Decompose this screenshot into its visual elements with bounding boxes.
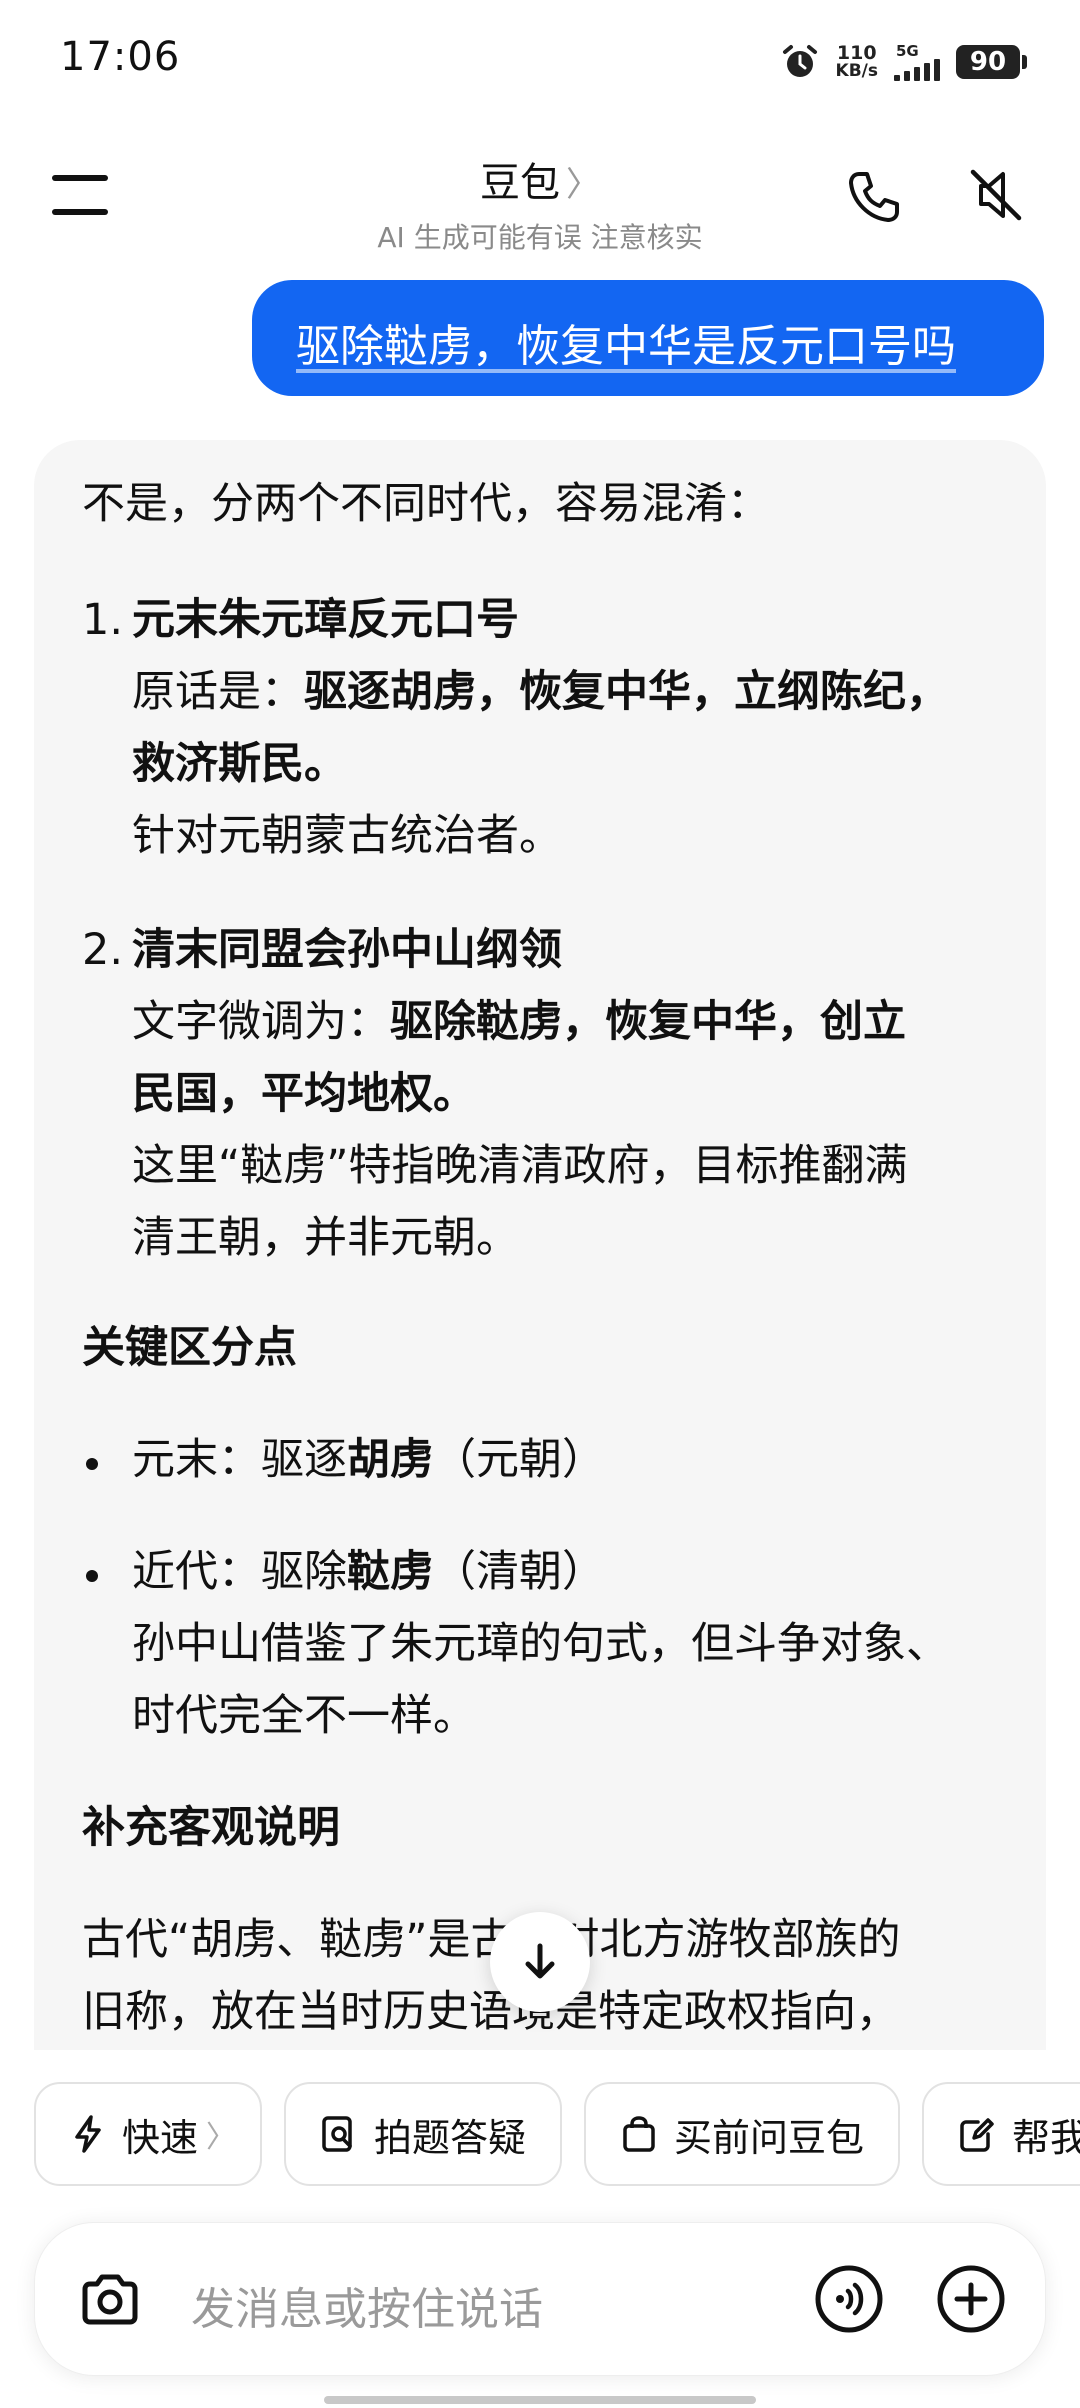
item1-quote-prefix: 原话是： [132,667,304,717]
chip-photo-question[interactable]: 拍题答疑 [284,2082,562,2186]
item1-quote-line1: 原话是：驱逐胡虏，恢复中华，立纲陈纪， [132,656,949,728]
item2-note-line1: 这里“鞑虏”特指晚清清政府，目标推翻满 [132,1141,908,1191]
battery-icon: 90 [956,45,1027,79]
bullet2-text: 近代：驱除鞑虏（清朝） [132,1536,605,1608]
chip-help-me[interactable]: 帮我 [922,2082,1080,2186]
lightning-icon [75,2115,101,2153]
network-type: 5G [896,41,919,60]
battery-level: 90 [969,47,1007,77]
message-input[interactable]: 发消息或按住说话 [191,2273,543,2337]
camera-icon[interactable] [75,2265,145,2335]
chip-chevron-icon: 〉 [206,2120,237,2155]
status-time: 17:06 [60,34,181,80]
phone-call-icon[interactable] [845,168,903,226]
item1-title: 元末朱元璋反元口号 [132,595,519,645]
bullet2-suffix: （清朝） [433,1547,605,1597]
shopping-bag-icon [623,2116,655,2152]
ai-disclaimer: AI 生成可能有误 注意核实 [377,221,703,254]
bullet2-line2: 孙中山借鉴了朱元璋的句式，但斗争对象、 [132,1619,949,1669]
list-number-2: 2. [82,925,124,975]
screen: 17:06 110 KB/s 5G 90 豆包 〉 AI 生成可能有误 注意核实… [0,0,1080,2408]
alarm-icon [782,45,817,77]
title-text: 豆包 [480,160,560,206]
chip-ask-before-buy[interactable]: 买前问豆包 [584,2082,900,2186]
final-line2: 旧称，放在当时历史语境是特定政权指向， [82,1987,899,2037]
bullet1-text: 元末：驱逐胡虏（元朝） [132,1424,605,1496]
item2-title: 清末同盟会孙中山纲领 [132,925,562,975]
status-bar: 17:06 110 KB/s 5G 90 [0,0,1080,120]
chip-help-label: 帮我 [1012,2115,1080,2160]
signal-strength: 5G [894,41,940,81]
header-title-area[interactable]: 豆包〉 AI 生成可能有误 注意核实 [0,150,1080,256]
section-title-key-points: 关键区分点 [82,1323,297,1373]
arrow-down-icon [525,1943,555,1979]
bullet2-bold: 鞑虏 [347,1547,433,1597]
edit-icon [960,2118,994,2152]
scroll-to-bottom-button[interactable] [490,1912,590,2012]
item2-quote-bold: 驱除鞑虏，恢复中华，创立 [390,997,906,1047]
bullet2-prefix: 近代：驱除 [132,1547,347,1597]
page-title[interactable]: 豆包〉 [0,150,1080,208]
item2-note-line2: 清王朝，并非元朝。 [132,1213,519,1263]
list-number-1: 1. [82,595,124,645]
section-title-supplement: 补充客观说明 [82,1803,340,1853]
answer-intro: 不是，分两个不同时代，容易混淆： [82,479,770,529]
item1-quote-line2: 救济斯民。 [132,739,347,789]
user-message-bubble[interactable]: 驱除鞑虏，恢复中华是反元口号吗 [252,280,1044,396]
net-speed-unit: KB/s [835,61,878,81]
bullet-dot-2 [86,1570,98,1582]
user-message-text: 驱除鞑虏，恢复中华是反元口号吗 [296,321,956,372]
net-speed-value: 110 [836,42,877,64]
voice-call-icon[interactable] [813,2263,885,2335]
chat-header: 豆包〉 AI 生成可能有误 注意核实 [0,130,1080,260]
chip-fast-mode[interactable]: 快速〉 [34,2082,262,2186]
message-input-bar: 发消息或按住说话 [34,2222,1046,2376]
bullet2-line3: 时代完全不一样。 [132,1691,476,1741]
item2-quote-prefix: 文字微调为： [132,997,390,1047]
plus-icon[interactable] [935,2263,1007,2335]
speaker-muted-icon[interactable] [965,164,1027,226]
title-chevron-icon: 〉 [566,165,600,205]
item2-quote-line2: 民国，平均地权。 [132,1069,476,1119]
bullet1-bold: 胡虏 [347,1435,433,1485]
chip-buy-label: 买前问豆包 [674,2115,865,2160]
item1-quote-bold: 驱逐胡虏，恢复中华，立纲陈纪， [304,667,949,717]
bullet1-prefix: 元末：驱逐 [132,1435,347,1485]
chip-fast-label: 快速 [122,2115,199,2160]
bullet-dot-1 [86,1458,98,1470]
net-speed: 110 KB/s [835,42,878,81]
bullet1-suffix: （元朝） [433,1435,605,1485]
chip-photo-label: 拍题答疑 [374,2115,527,2160]
item2-quote-line1: 文字微调为：驱除鞑虏，恢复中华，创立 [132,986,906,1058]
status-icons: 110 KB/s 5G 90 [780,38,1027,86]
photo-search-icon [322,2116,352,2152]
home-indicator[interactable] [324,2396,756,2404]
item1-note: 针对元朝蒙古统治者。 [132,811,562,861]
signal-bars-icon [894,58,940,81]
assistant-answer-card: 不是，分两个不同时代，容易混淆： 1. 元末朱元璋反元口号 原话是：驱逐胡虏，恢… [34,440,1046,2050]
quick-action-chips: 快速〉 拍题答疑 买前问豆包 帮我 [0,2082,1080,2186]
